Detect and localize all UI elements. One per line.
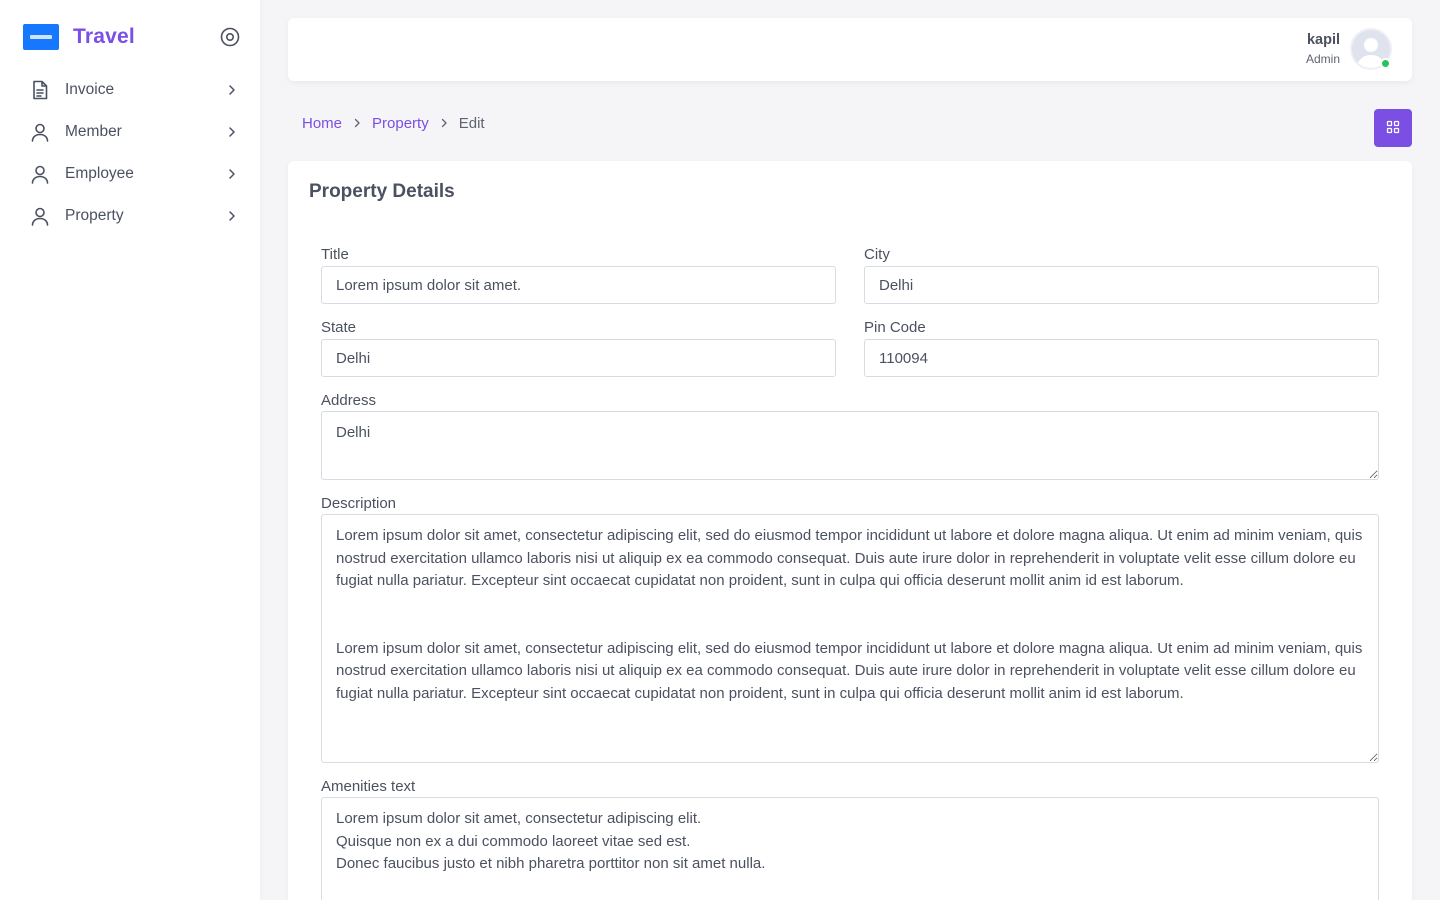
brand-logo	[23, 24, 59, 50]
grid-view-button[interactable]	[1374, 109, 1412, 147]
user-icon	[31, 164, 49, 184]
city-input[interactable]	[864, 266, 1379, 304]
description-label: Description	[321, 495, 397, 512]
sidebar-toggle-icon[interactable]	[219, 26, 241, 48]
document-icon	[31, 80, 49, 100]
brand-name: Travel	[73, 25, 135, 48]
pin-code-input[interactable]	[864, 339, 1379, 377]
address-label: Address	[321, 392, 377, 409]
sidebar-item-label: Invoice	[65, 81, 115, 98]
sidebar-item-label: Property	[65, 207, 124, 224]
sidebar-item-property[interactable]: Property	[0, 195, 260, 237]
breadcrumb-home[interactable]: Home	[302, 115, 342, 132]
sidebar-item-member[interactable]: Member	[0, 111, 260, 153]
breadcrumb-property[interactable]: Property	[372, 115, 429, 132]
sidebar-item-employee[interactable]: Employee	[0, 153, 260, 195]
sidebar-item-label: Employee	[65, 165, 134, 182]
sidebar-item-label: Member	[65, 123, 122, 140]
state-input[interactable]	[321, 339, 836, 377]
breadcrumb-current: Edit	[458, 114, 485, 132]
chevron-right-icon	[225, 209, 239, 223]
city-label: City	[864, 246, 890, 263]
chevron-right-icon	[225, 167, 239, 181]
user-icon	[31, 122, 49, 142]
card-title: Property Details	[309, 181, 455, 202]
user-role: Admin	[1305, 52, 1340, 66]
pin-code-label: Pin Code	[864, 319, 926, 336]
property-details-card: Property Details Title City State Pin Co…	[288, 161, 1412, 900]
sidebar-item-invoice[interactable]: Invoice	[0, 69, 260, 111]
amenities-label: Amenities text	[321, 778, 416, 795]
user-icon	[31, 206, 49, 226]
address-textarea[interactable]: Delhi	[321, 411, 1379, 480]
online-status-dot	[1380, 58, 1391, 69]
breadcrumb: Home Property Edit	[302, 113, 485, 133]
title-label: Title	[321, 246, 349, 263]
title-input[interactable]	[321, 266, 836, 304]
state-label: State	[321, 319, 357, 336]
sidebar: Travel Invoice Member Employee Property	[0, 0, 260, 900]
user-name[interactable]: kapil	[1307, 32, 1340, 48]
chevron-right-icon	[352, 118, 362, 128]
grid-icon	[1386, 120, 1400, 137]
chevron-right-icon	[225, 83, 239, 97]
chevron-right-icon	[439, 118, 449, 128]
brand[interactable]: Travel	[23, 24, 135, 50]
top-header: kapil Admin	[288, 18, 1412, 81]
chevron-right-icon	[225, 125, 239, 139]
sidebar-nav: Invoice Member Employee Property	[0, 69, 260, 237]
amenities-textarea[interactable]: Lorem ipsum dolor sit amet, consectetur …	[321, 797, 1379, 900]
description-textarea[interactable]: Lorem ipsum dolor sit amet, consectetur …	[321, 514, 1379, 763]
